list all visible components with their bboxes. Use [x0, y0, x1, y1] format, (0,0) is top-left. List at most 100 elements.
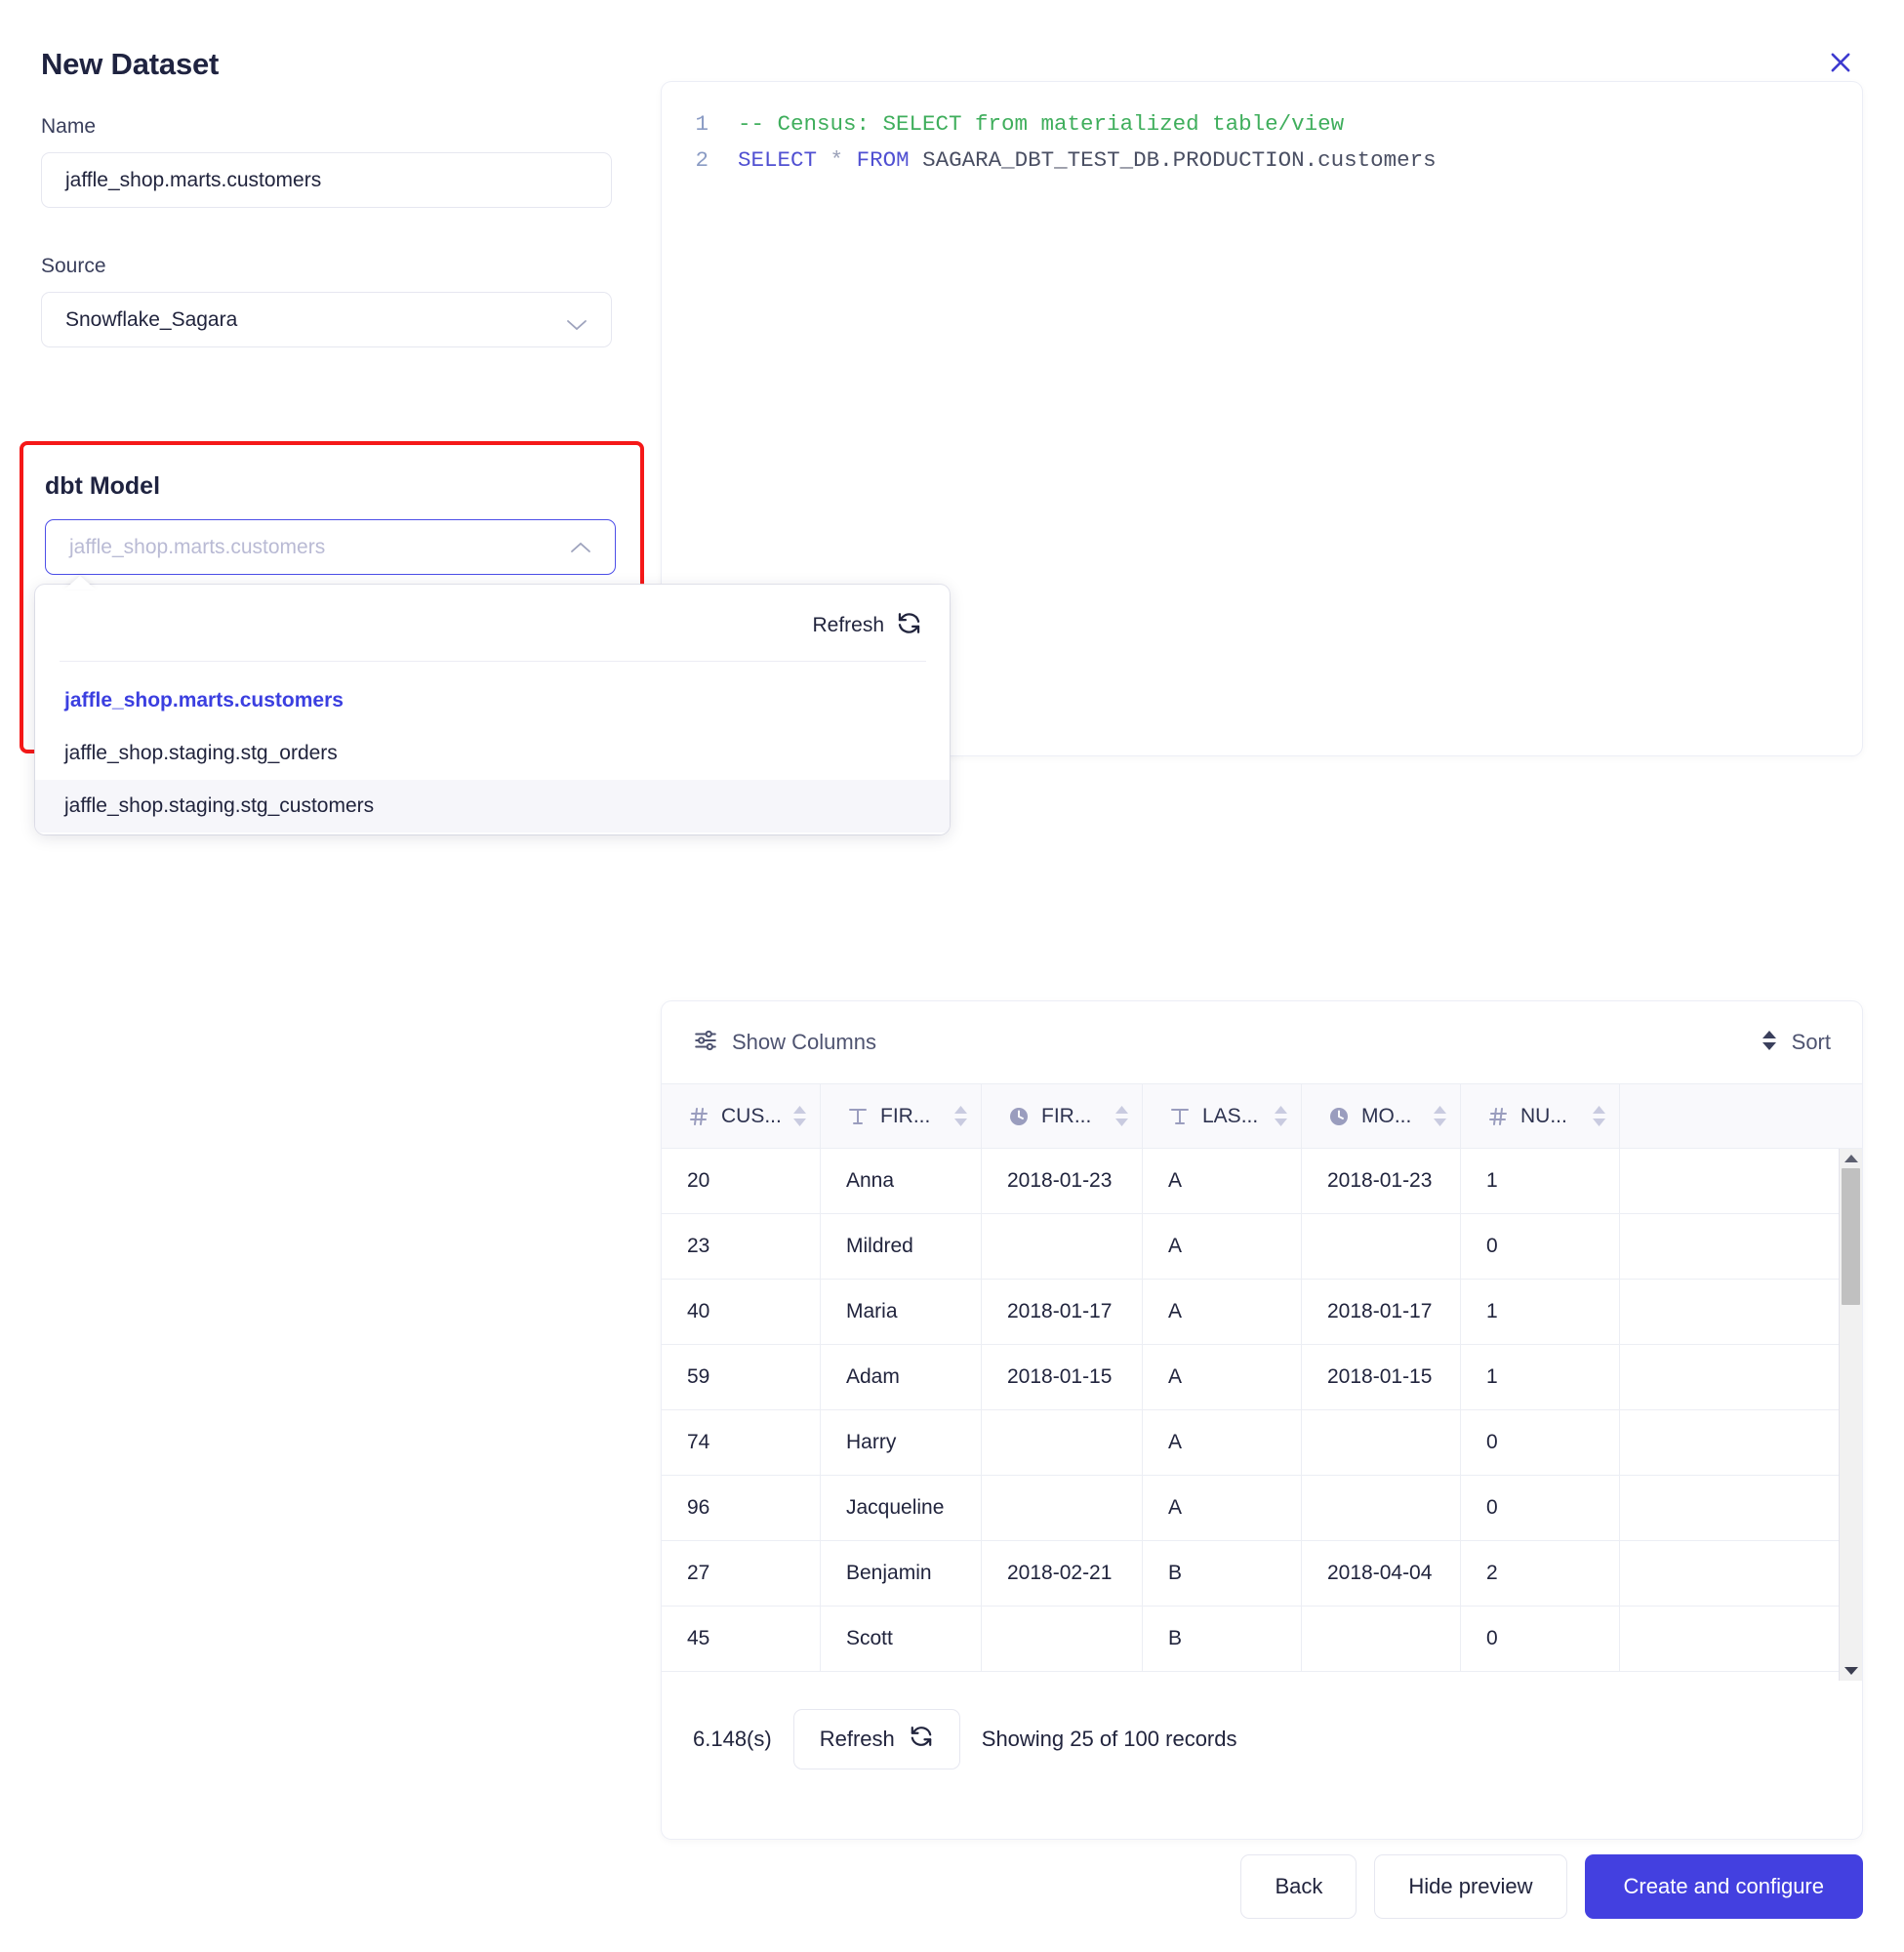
sql-keyword-from: FROM	[856, 147, 910, 173]
name-input[interactable]: jaffle_shop.marts.customers	[41, 152, 612, 208]
source-select[interactable]: Snowflake_Sagara	[41, 292, 612, 347]
dbt-model-placeholder: jaffle_shop.marts.customers	[69, 535, 326, 558]
modal-actions: Back Hide preview Create and configure	[1240, 1854, 1863, 1919]
column-header-most-recent-order[interactable]: MO...	[1302, 1084, 1461, 1148]
cell-spacer	[1620, 1149, 1862, 1213]
refresh-icon	[909, 1724, 934, 1755]
cell-number-of-orders: 0	[1461, 1606, 1620, 1671]
cell-first-order: 2018-01-23	[982, 1149, 1143, 1213]
table-row[interactable]: 96 Jacqueline A 0	[662, 1476, 1862, 1541]
cell-most-recent-order: 2018-01-17	[1302, 1280, 1461, 1344]
page-title: New Dataset	[41, 47, 220, 81]
text-icon	[846, 1105, 870, 1128]
text-icon	[1168, 1105, 1192, 1128]
cell-first-name: Maria	[821, 1280, 982, 1344]
back-button[interactable]: Back	[1240, 1854, 1357, 1919]
cell-last-name: B	[1143, 1541, 1302, 1606]
show-columns-button[interactable]: Show Columns	[693, 1028, 876, 1058]
cell-customer-id: 23	[662, 1214, 821, 1279]
cell-number-of-orders: 0	[1461, 1476, 1620, 1540]
column-header-label: MO...	[1361, 1104, 1412, 1127]
column-header-first-order[interactable]: FIR...	[982, 1084, 1143, 1148]
cell-spacer	[1620, 1541, 1862, 1606]
cell-most-recent-order: 2018-01-23	[1302, 1149, 1461, 1213]
cell-number-of-orders: 0	[1461, 1214, 1620, 1279]
refresh-icon	[896, 610, 922, 641]
table-body: 20 Anna 2018-01-23 A 2018-01-23 1 23 Mil…	[662, 1149, 1862, 1681]
dropdown-option-2[interactable]: jaffle_shop.staging.stg_customers	[35, 780, 950, 833]
close-button[interactable]	[1818, 41, 1863, 86]
cell-most-recent-order	[1302, 1476, 1461, 1540]
sort-button[interactable]: Sort	[1761, 1029, 1831, 1057]
column-header-label: FIR...	[880, 1104, 931, 1127]
table-vertical-scrollbar[interactable]	[1839, 1149, 1862, 1681]
dbt-model-dropdown: Refresh jaffle_shop.marts.customers jaff…	[35, 585, 950, 834]
show-columns-label: Show Columns	[732, 1030, 876, 1054]
cell-last-name: A	[1143, 1149, 1302, 1213]
cell-first-name: Jacqueline	[821, 1476, 982, 1540]
dropdown-refresh-button[interactable]: Refresh	[812, 610, 922, 641]
table-row[interactable]: 74 Harry A 0	[662, 1410, 1862, 1476]
cell-customer-id: 74	[662, 1410, 821, 1475]
cell-first-name: Adam	[821, 1345, 982, 1409]
cell-first-name: Scott	[821, 1606, 982, 1671]
records-count: Showing 25 of 100 records	[981, 1727, 1237, 1751]
create-and-configure-button[interactable]: Create and configure	[1584, 1854, 1863, 1919]
cell-most-recent-order	[1302, 1606, 1461, 1671]
cell-last-name: B	[1143, 1606, 1302, 1671]
sort-toggle-icon[interactable]	[1591, 1105, 1607, 1127]
preview-refresh-button[interactable]: Refresh	[792, 1709, 960, 1769]
cell-most-recent-order	[1302, 1410, 1461, 1475]
scroll-down-icon[interactable]	[1844, 1667, 1858, 1675]
column-header-last-name[interactable]: LAS...	[1143, 1084, 1302, 1148]
cell-customer-id: 96	[662, 1476, 821, 1540]
sql-keyword-select: SELECT	[738, 147, 818, 173]
table-row[interactable]: 40 Maria 2018-01-17 A 2018-01-17 1	[662, 1280, 1862, 1345]
sort-toggle-icon[interactable]	[1432, 1105, 1448, 1127]
cell-number-of-orders: 1	[1461, 1345, 1620, 1409]
sort-toggle-icon[interactable]	[791, 1105, 808, 1127]
table-row[interactable]: 27 Benjamin 2018-02-21 B 2018-04-04 2	[662, 1541, 1862, 1606]
table-row[interactable]: 45 Scott B 0	[662, 1606, 1862, 1672]
scroll-up-icon[interactable]	[1844, 1155, 1858, 1162]
hash-icon	[1486, 1105, 1510, 1128]
cell-most-recent-order: 2018-04-04	[1302, 1541, 1461, 1606]
column-header-label: CUS...	[721, 1104, 781, 1127]
clock-icon	[1007, 1105, 1031, 1128]
sql-identifier: SAGARA_DBT_TEST_DB.PRODUCTION.customers	[922, 147, 1437, 173]
preview-table: CUS... FIR... FIR... LAS... MO... NU... …	[662, 1083, 1862, 1681]
cell-last-name: A	[1143, 1280, 1302, 1344]
column-header-label: NU...	[1520, 1104, 1567, 1127]
cell-first-order: 2018-01-17	[982, 1280, 1143, 1344]
sort-label: Sort	[1791, 1030, 1831, 1054]
table-row[interactable]: 23 Mildred A 0	[662, 1214, 1862, 1280]
cell-last-name: A	[1143, 1476, 1302, 1540]
column-header-first-name[interactable]: FIR...	[821, 1084, 982, 1148]
dropdown-option-0[interactable]: jaffle_shop.marts.customers	[35, 674, 950, 727]
table-row[interactable]: 20 Anna 2018-01-23 A 2018-01-23 1	[662, 1149, 1862, 1214]
clock-icon	[1327, 1105, 1351, 1128]
name-label: Name	[41, 115, 97, 138]
sort-toggle-icon[interactable]	[1114, 1105, 1130, 1127]
dropdown-divider	[60, 661, 926, 662]
close-icon	[1827, 49, 1854, 79]
source-label: Source	[41, 255, 106, 277]
cell-first-order	[982, 1476, 1143, 1540]
cell-spacer	[1620, 1476, 1862, 1540]
sort-icon	[1761, 1029, 1778, 1057]
dropdown-option-1[interactable]: jaffle_shop.staging.stg_orders	[35, 727, 950, 780]
column-header-customer-id[interactable]: CUS...	[662, 1084, 821, 1148]
column-header-number-of-orders[interactable]: NU...	[1461, 1084, 1620, 1148]
sort-toggle-icon[interactable]	[1273, 1105, 1289, 1127]
cell-number-of-orders: 1	[1461, 1149, 1620, 1213]
cell-spacer	[1620, 1214, 1862, 1279]
sql-line-2: 2 SELECT * FROM SAGARA_DBT_TEST_DB.PRODU…	[662, 142, 1862, 179]
column-header-label: LAS...	[1202, 1104, 1259, 1127]
hide-preview-button[interactable]: Hide preview	[1374, 1854, 1567, 1919]
table-row[interactable]: 59 Adam 2018-01-15 A 2018-01-15 1	[662, 1345, 1862, 1410]
scrollbar-thumb[interactable]	[1842, 1168, 1860, 1305]
sort-toggle-icon[interactable]	[952, 1105, 969, 1127]
dbt-model-combobox[interactable]: jaffle_shop.marts.customers	[45, 519, 616, 575]
cell-customer-id: 27	[662, 1541, 821, 1606]
cell-number-of-orders: 1	[1461, 1280, 1620, 1344]
